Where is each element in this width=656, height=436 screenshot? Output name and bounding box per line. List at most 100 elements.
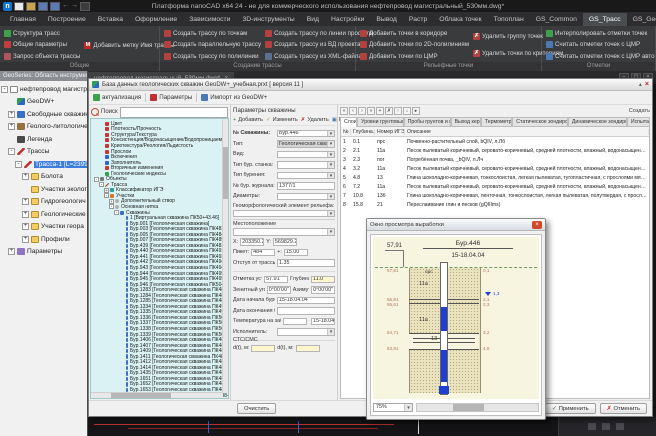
zoom-select[interactable]: 75% ▾ xyxy=(373,403,413,412)
tree-expander[interactable]: - xyxy=(1,86,8,93)
print-icon[interactable] xyxy=(80,2,90,11)
tree-item[interactable]: GeoDW+ xyxy=(0,96,87,109)
redo-icon[interactable]: → xyxy=(71,1,78,11)
chevron-down-icon[interactable]: ▾ xyxy=(327,329,334,335)
status-button[interactable] xyxy=(616,423,624,430)
tree-item[interactable]: +Болота xyxy=(0,171,87,184)
table-row[interactable]: 710.813бГлина шоколадно-коричневая, лент… xyxy=(341,191,649,200)
table-row[interactable]: 22.111аПесок пылеватый коричневый, серов… xyxy=(341,146,649,155)
data-tab-Статическое зондирование[interactable]: Статическое зондирование xyxy=(512,117,568,126)
table-row[interactable]: 32.3погПогребённая почва, _bQIV, л.Лч xyxy=(341,155,649,164)
form-input[interactable]: 0°00'00" xyxy=(311,286,335,294)
record-nav-button[interactable]: ▸ xyxy=(412,107,420,115)
new-icon[interactable] xyxy=(14,2,24,11)
form-input[interactable]: ▾ xyxy=(277,328,335,336)
ribbon-tab-Зависимости[interactable]: Зависимости xyxy=(183,13,236,26)
form-input[interactable]: ▾ xyxy=(233,210,335,218)
tree-item[interactable]: -Трассы xyxy=(0,146,87,159)
ribbon-button[interactable]: Интерполировать отметки точек xyxy=(546,30,655,37)
tree-item[interactable]: Легенда xyxy=(0,133,87,146)
tree-expander[interactable]: + xyxy=(22,173,29,180)
form-input[interactable]: 0°00'00" xyxy=(267,286,291,294)
preview-close-icon[interactable]: × xyxy=(532,221,542,229)
chevron-down-icon[interactable]: ▾ xyxy=(327,211,334,217)
data-tab-Термометрия[interactable]: Термометрия xyxy=(481,117,512,126)
tree-item[interactable]: +Участки геора xyxy=(0,221,87,234)
record-nav-button[interactable]: + xyxy=(376,107,384,115)
form-input[interactable]: 1.35 xyxy=(277,259,335,267)
chevron-down-icon[interactable]: ▾ xyxy=(327,194,334,200)
chevron-down-icon[interactable]: ▾ xyxy=(327,131,334,137)
ribbon-tab-Настройки[interactable]: Настройки xyxy=(325,13,370,26)
form-input[interactable]: Бур.446▾ xyxy=(277,130,335,138)
table-row[interactable]: 43.211аПесок пылеватый коричневый, серов… xyxy=(341,164,649,173)
form-input[interactable]: 569829.21 xyxy=(273,238,297,246)
record-nav-button[interactable]: » xyxy=(367,107,375,115)
ribbon-tab-Вставка[interactable]: Вставка xyxy=(92,13,129,26)
table-row[interactable]: 815.821Переслаивание глин и песков (gQII… xyxy=(341,200,649,209)
tree-horizontal-scrollbar[interactable] xyxy=(91,392,223,398)
column-header[interactable]: Описание xyxy=(405,129,649,135)
ribbon-tab-Облака точек[interactable]: Облака точек xyxy=(433,13,487,26)
form-input[interactable]: 15.00 xyxy=(284,249,308,257)
tree-expander[interactable]: + xyxy=(104,188,109,193)
data-tab-Пробы грунтов и воды[interactable]: Пробы грунтов и воды xyxy=(404,117,451,126)
tree-expander[interactable]: - xyxy=(94,177,99,182)
pin-icon[interactable]: ▴ xyxy=(639,81,642,88)
drawing-area[interactable]: нефтепровод магистральный_530мм.dwg* × −… xyxy=(88,71,656,436)
data-tab-Уровни грунтовых вод[interactable]: Уровни грунтовых вод xyxy=(357,117,404,126)
tree-expander[interactable]: + xyxy=(22,223,29,230)
status-button[interactable] xyxy=(602,423,610,430)
form-input[interactable]: ▾ xyxy=(277,151,335,159)
record-nav-button[interactable]: › xyxy=(358,107,366,115)
scrollbar-thumb[interactable] xyxy=(111,393,171,398)
chevron-down-icon[interactable]: ▾ xyxy=(327,141,334,147)
cancel-button[interactable]: ✗ Отменить xyxy=(600,403,647,414)
save-icon[interactable] xyxy=(38,2,48,11)
tree-item[interactable]: +Свободные скважины xyxy=(0,108,87,121)
dialog-close-icon[interactable]: × xyxy=(645,81,649,88)
tree-expander[interactable]: + xyxy=(22,236,29,243)
data-tab-Слои[interactable]: Слои xyxy=(340,117,357,127)
column-header[interactable]: Глубина... xyxy=(351,129,375,135)
tree-expander[interactable]: + xyxy=(8,123,15,130)
ribbon-tab-Оформление[interactable]: Оформление xyxy=(129,13,183,26)
tree-item[interactable]: +Профили xyxy=(0,233,87,246)
tree-vertical-scrollbar[interactable] xyxy=(222,119,228,393)
form-input[interactable] xyxy=(296,345,320,353)
ribbon-tab-Главная[interactable]: Главная xyxy=(4,13,42,26)
tree-item[interactable]: +Геолого-литологическ xyxy=(0,121,87,134)
form-input[interactable]: 57.91 xyxy=(264,276,288,284)
toolbar-button[interactable]: Импорт из GeoDW+ xyxy=(201,94,267,101)
table-row[interactable]: 67.211аПесок пылеватый коричневый, серов… xyxy=(341,182,649,191)
chevron-down-icon[interactable]: ▾ xyxy=(327,162,334,168)
tree-expander[interactable]: - xyxy=(114,210,119,215)
ribbon-button[interactable]: Создать трассу по полилинии xyxy=(164,53,261,60)
open-icon[interactable] xyxy=(26,2,36,11)
search-input[interactable] xyxy=(120,107,228,118)
form-input[interactable]: 15-18.04.04 xyxy=(311,318,335,326)
ribbon-tab-GS_Трасс[interactable]: GS_Трасс xyxy=(583,13,627,26)
tree-item[interactable]: -Трасса-1 [L=2399 xyxy=(0,158,87,171)
form-input[interactable] xyxy=(283,318,307,326)
ribbon-tab-GS_Common[interactable]: GS_Common xyxy=(530,13,583,26)
form-toolbar-button[interactable]: ✗Удалить xyxy=(301,117,329,123)
chevron-down-icon[interactable]: ▾ xyxy=(327,229,334,235)
ribbon-button[interactable]: Создать трассу по точкам xyxy=(164,30,261,37)
column-header[interactable]: № xyxy=(341,129,351,135)
form-toolbar-button[interactable]: +Добавить xyxy=(233,117,263,123)
record-nav-button[interactable]: ‹ xyxy=(349,107,357,115)
form-input[interactable]: 11.0 xyxy=(311,276,335,284)
table-row[interactable]: 10.1прсПочвенно-растительный слой, bQIV,… xyxy=(341,137,649,146)
ribbon-button[interactable]: Добавить точки по ЦМР xyxy=(360,53,469,60)
tree-item[interactable]: +Гидрогеологич xyxy=(0,196,87,209)
ribbon-button[interactable]: Структура трасс xyxy=(4,30,80,37)
create-link[interactable]: Создать xyxy=(629,108,650,114)
form-input[interactable]: ▾ xyxy=(233,228,335,236)
tree-expander[interactable]: - xyxy=(15,161,22,168)
data-tab-Испытан[interactable]: Испытан xyxy=(627,117,650,126)
chevron-down-icon[interactable]: ▾ xyxy=(327,173,334,179)
ribbon-tab-3D-инструменты[interactable]: 3D-инструменты xyxy=(236,13,300,26)
ribbon-button[interactable]: Считать отметки точек с ЦМР авто xyxy=(546,53,655,60)
data-tab-Динамическое зондирование[interactable]: Динамическое зондирование xyxy=(568,117,627,126)
